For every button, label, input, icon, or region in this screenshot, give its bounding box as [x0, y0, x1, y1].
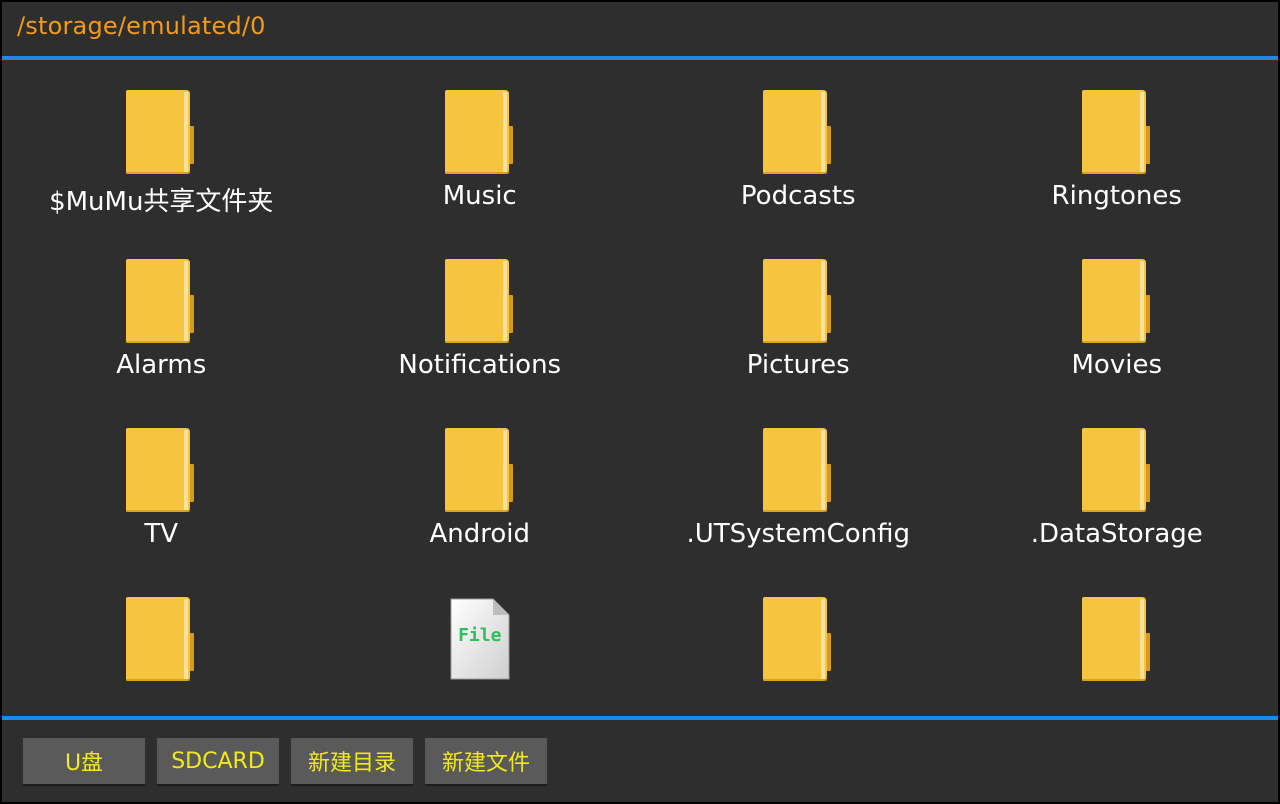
folder-item[interactable]: Pictures — [639, 251, 958, 420]
folder-item[interactable]: Alarms — [2, 251, 321, 420]
folder-icon — [761, 88, 835, 176]
file-icon: File — [443, 595, 517, 683]
folder-icon — [1080, 595, 1154, 683]
sdcard-button[interactable]: SDCARD — [157, 738, 279, 784]
folder-item[interactable]: Android — [321, 420, 640, 589]
item-label: Podcasts — [740, 181, 856, 211]
folder-item[interactable]: Movies — [958, 251, 1277, 420]
item-label: Movies — [1071, 350, 1163, 380]
folder-item[interactable] — [639, 589, 958, 698]
file-item[interactable]: File — [321, 589, 640, 698]
folder-icon — [124, 595, 198, 683]
file-icon-text: File — [458, 625, 502, 646]
folder-icon — [1080, 88, 1154, 176]
item-label: Alarms — [116, 350, 207, 380]
folder-icon — [124, 88, 198, 176]
folder-item[interactable]: Music — [321, 82, 640, 251]
bottom-toolbar: U盘 SDCARD 新建目录 新建文件 — [2, 720, 1278, 802]
folder-icon — [1080, 257, 1154, 345]
folder-item[interactable]: Notifications — [321, 251, 640, 420]
file-grid-scroll-area[interactable]: $MuMu共享文件夹 Music Podcasts Ringtones Alarms No… — [2, 60, 1278, 698]
item-label: TV — [144, 519, 179, 549]
file-manager-window: /storage/emulated/0 $MuMu共享文件夹 Music Podca… — [2, 2, 1278, 802]
folder-item[interactable] — [2, 589, 321, 698]
item-label: Notifications — [398, 350, 562, 380]
folder-icon — [124, 426, 198, 514]
folder-item[interactable]: .DataStorage — [958, 420, 1277, 589]
item-label: .UTSystemConfig — [686, 519, 911, 549]
folder-icon — [124, 257, 198, 345]
folder-item[interactable]: .UTSystemConfig — [639, 420, 958, 589]
current-path: /storage/emulated/0 — [17, 12, 266, 40]
item-label: Ringtones — [1051, 181, 1182, 211]
folder-item[interactable]: $MuMu共享文件夹 — [2, 82, 321, 251]
item-label: Android — [429, 519, 531, 549]
folder-item[interactable]: Podcasts — [639, 82, 958, 251]
folder-icon — [443, 426, 517, 514]
folder-icon — [761, 257, 835, 345]
folder-icon — [1080, 426, 1154, 514]
folder-icon — [761, 426, 835, 514]
item-label: Pictures — [746, 350, 850, 380]
path-bar: /storage/emulated/0 — [2, 2, 1278, 57]
folder-item[interactable]: TV — [2, 420, 321, 589]
folder-icon — [443, 88, 517, 176]
folder-item[interactable] — [958, 589, 1277, 698]
item-label: .DataStorage — [1030, 519, 1203, 549]
item-label: Music — [442, 181, 517, 211]
new-file-button[interactable]: 新建文件 — [425, 738, 547, 784]
udisk-button[interactable]: U盘 — [23, 738, 145, 784]
item-label: $MuMu共享文件夹 — [49, 187, 274, 217]
folder-item[interactable]: Ringtones — [958, 82, 1277, 251]
file-grid: $MuMu共享文件夹 Music Podcasts Ringtones Alarms No… — [2, 60, 1278, 698]
new-directory-button[interactable]: 新建目录 — [291, 738, 413, 784]
folder-icon — [443, 257, 517, 345]
folder-icon — [761, 595, 835, 683]
